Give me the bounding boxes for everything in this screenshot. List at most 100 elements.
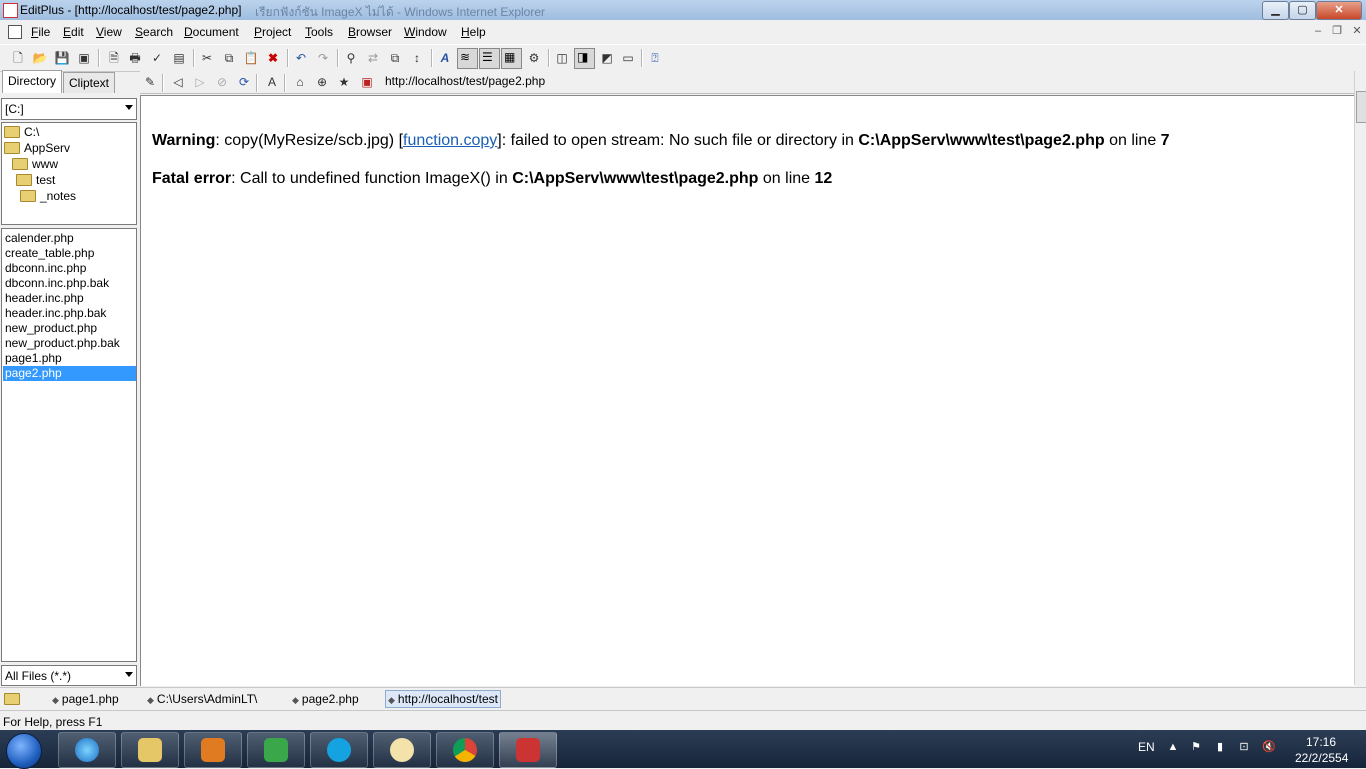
doc-tab-page2[interactable]: ◆ page2.php [292, 692, 359, 706]
address-text[interactable]: http://localhost/test/page2.php [385, 74, 545, 88]
preferences-icon[interactable]: ⚙ [526, 50, 542, 66]
taskbar-chrome[interactable] [436, 732, 494, 768]
minimize-button[interactable]: ▁ [1262, 1, 1289, 20]
new-file-icon[interactable]: 🗋 [10, 50, 26, 66]
action-center-flag-icon[interactable]: ⚑ [1190, 741, 1202, 753]
tree-node[interactable]: _notes [20, 189, 76, 203]
print-preview-icon[interactable]: 🗎 [106, 50, 122, 66]
document-icon[interactable] [8, 25, 22, 39]
menu-view[interactable]: View [96, 25, 122, 39]
find-icon[interactable]: ⚲ [343, 50, 359, 66]
file-item[interactable]: create_table.php [3, 246, 136, 261]
forward-icon[interactable]: ▷ [192, 74, 208, 90]
network-icon[interactable]: ⊡ [1238, 741, 1250, 753]
mdi-restore-icon[interactable]: ❐ [1330, 24, 1344, 38]
paste-icon[interactable]: 📋 [243, 50, 259, 66]
file-item-selected[interactable]: page2.php [3, 366, 136, 381]
cut-icon[interactable]: ✂ [199, 50, 215, 66]
directory-window-icon[interactable]: ◫ [554, 50, 570, 66]
output-window-toggle[interactable]: ◨ [574, 48, 595, 69]
font-icon[interactable]: A [437, 50, 453, 66]
volume-muted-icon[interactable]: 🔇 [1262, 741, 1276, 753]
menu-search[interactable]: Search [135, 25, 173, 39]
scrollbar-thumb[interactable] [1356, 91, 1366, 123]
maximize-button[interactable]: ▢ [1289, 1, 1316, 20]
file-item[interactable]: dbconn.inc.php [3, 261, 136, 276]
taskbar-explorer[interactable] [121, 732, 179, 768]
taskbar-editplus-active[interactable] [499, 732, 557, 768]
clock-time[interactable]: 17:16 [1306, 735, 1336, 749]
delete-icon[interactable]: ✖ [265, 50, 281, 66]
mdi-close-icon[interactable]: ✕ [1350, 24, 1364, 38]
taskbar-chat-app[interactable] [373, 732, 431, 768]
find-in-files-icon[interactable]: ⧉ [387, 50, 403, 66]
replace-icon[interactable]: ⇄ [365, 50, 381, 66]
goto-line-icon[interactable]: ↕ [409, 50, 425, 66]
font-size-icon[interactable]: A [264, 74, 280, 90]
refresh-icon[interactable]: ⟳ [236, 74, 252, 90]
help-icon[interactable]: ⍰ [647, 50, 663, 66]
undo-icon[interactable]: ↶ [293, 50, 309, 66]
copy-icon[interactable]: ⧉ [221, 50, 237, 66]
cliptext-icon[interactable]: ▭ [620, 50, 636, 66]
menu-project[interactable]: Project [254, 25, 291, 39]
file-item[interactable]: page1.php [3, 351, 136, 366]
doc-tab-page1[interactable]: ◆ page1.php [52, 692, 119, 706]
file-item[interactable]: calender.php [3, 231, 136, 246]
file-item[interactable]: new_product.php [3, 321, 136, 336]
stop-icon[interactable]: ⊘ [214, 74, 230, 90]
close-button[interactable]: ✕ [1316, 1, 1362, 20]
tree-node[interactable]: www [12, 157, 58, 171]
file-filter-select[interactable]: All Files (*.*) [1, 665, 137, 686]
file-item[interactable]: header.inc.php.bak [3, 306, 136, 321]
taskbar-ie[interactable] [58, 732, 116, 768]
spell-check-icon[interactable]: ✓ [149, 50, 165, 66]
file-item[interactable]: header.inc.php [3, 291, 136, 306]
taskbar-skype[interactable] [310, 732, 368, 768]
open-file-icon[interactable]: 📂 [32, 50, 48, 66]
menu-tools[interactable]: Tools [305, 25, 333, 39]
menu-browser[interactable]: Browser [348, 25, 392, 39]
start-button[interactable] [6, 733, 42, 769]
battery-icon[interactable]: ▮ [1214, 741, 1226, 753]
home-icon[interactable]: ⌂ [292, 74, 308, 90]
open-in-browser-icon[interactable]: ▣ [359, 74, 375, 90]
tab-directory[interactable]: Directory [2, 70, 63, 93]
word-wrap-toggle[interactable]: ≋ [457, 48, 478, 69]
redo-icon[interactable]: ↷ [315, 50, 331, 66]
tree-node[interactable]: C:\ [4, 125, 39, 139]
tab-cliptext[interactable]: Cliptext [63, 72, 116, 93]
drive-select[interactable]: [C:] [1, 98, 137, 120]
ruler-toggle[interactable]: ▦ [501, 48, 522, 69]
taskbar-messenger[interactable] [247, 732, 305, 768]
function-copy-link[interactable]: function.copy [403, 132, 497, 149]
save-all-icon[interactable]: ▣ [76, 50, 92, 66]
save-icon[interactable]: 💾 [54, 50, 70, 66]
search-web-icon[interactable]: ⊕ [314, 74, 330, 90]
vertical-scrollbar[interactable] [1354, 71, 1366, 685]
clock-date[interactable]: 22/2/2554 [1295, 751, 1348, 765]
print-icon[interactable]: 🖶 [127, 50, 143, 66]
menu-window[interactable]: Window [404, 25, 447, 39]
menu-document[interactable]: Document [184, 25, 239, 39]
file-item[interactable]: new_product.php.bak [3, 336, 136, 351]
show-hidden-icons-icon[interactable]: ▲ [1167, 741, 1179, 753]
file-item[interactable]: dbconn.inc.php.bak [3, 276, 136, 291]
tree-node[interactable]: test [16, 173, 55, 187]
folder-icon[interactable] [4, 692, 24, 706]
menu-edit[interactable]: Edit [63, 25, 84, 39]
mdi-minimize-icon[interactable]: – [1311, 24, 1325, 38]
menu-file[interactable]: File [31, 25, 50, 39]
back-icon[interactable]: ◁ [170, 74, 186, 90]
doc-tab-users-path[interactable]: ◆ C:\Users\AdminLT\ [147, 692, 257, 706]
tree-node[interactable]: AppServ [4, 141, 70, 155]
menu-help[interactable]: Help [461, 25, 486, 39]
favorites-folder-icon[interactable]: ★ [336, 74, 352, 90]
app-icon[interactable] [3, 3, 18, 18]
edit-pencil-icon[interactable]: ✎ [142, 74, 158, 90]
language-indicator[interactable]: EN [1138, 740, 1155, 754]
line-number-toggle[interactable]: ☰ [479, 48, 500, 69]
doc-tab-browser-active[interactable]: ◆ http://localhost/test [385, 690, 501, 708]
taskbar-media-player[interactable] [184, 732, 242, 768]
page-setup-icon[interactable]: ▤ [171, 50, 187, 66]
